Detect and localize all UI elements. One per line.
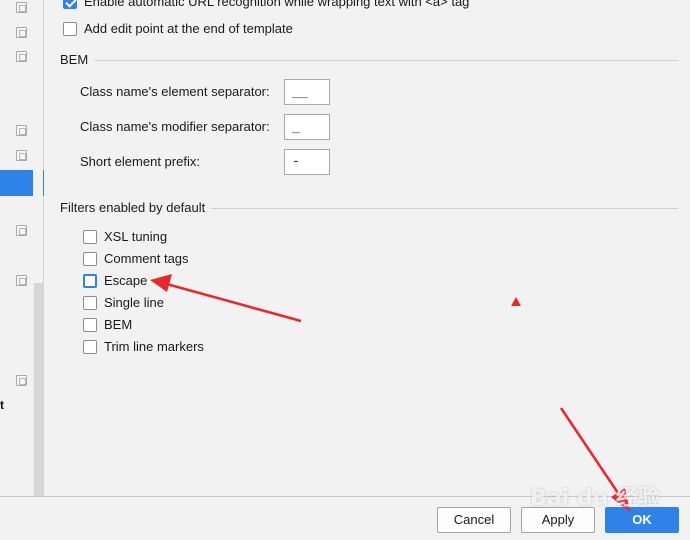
edit-point-label: Add edit point at the end of template <box>84 21 293 36</box>
filter-label: Trim line markers <box>104 339 204 354</box>
modifier-separator-label: Class name's modifier separator: <box>80 119 270 134</box>
filter-checkbox[interactable] <box>83 251 97 266</box>
page-icon <box>16 225 27 236</box>
filter-checkbox[interactable] <box>83 229 97 244</box>
tree-scrollbar-thumb[interactable] <box>34 283 43 496</box>
filter-checkbox[interactable] <box>83 339 97 354</box>
element-separator-field[interactable]: __ <box>284 79 330 105</box>
filter-label: XSL tuning <box>104 229 168 244</box>
filter-label: Single line <box>104 295 164 310</box>
page-icon <box>16 27 27 38</box>
modifier-separator-field[interactable]: _ <box>284 114 330 140</box>
filter-xsl-tuning[interactable]: XSL tuning <box>83 229 167 244</box>
bem-group-title: BEM <box>60 52 95 67</box>
filter-checkbox[interactable] <box>83 295 97 310</box>
page-icon <box>16 275 27 286</box>
filter-bem[interactable]: BEM <box>83 317 132 332</box>
emmet-html-settings-panel: Enable automatic URL recognition while w… <box>45 0 690 496</box>
bem-group-divider <box>60 60 678 61</box>
page-icon <box>16 150 27 161</box>
settings-tree: t <box>0 0 44 496</box>
url-recognition-option[interactable]: Enable automatic URL recognition while w… <box>63 0 469 9</box>
watermark-logo: Bai du 经验 <box>530 486 660 511</box>
filter-checkbox[interactable] <box>83 273 97 288</box>
filter-label: Escape <box>104 273 148 288</box>
filters-group-title: Filters enabled by default <box>60 200 212 215</box>
filter-label: Comment tags <box>104 251 189 266</box>
url-recognition-checkbox[interactable] <box>63 0 77 9</box>
filter-single-line[interactable]: Single line <box>83 295 164 310</box>
page-icon <box>16 2 27 13</box>
short-prefix-label: Short element prefix: <box>80 154 200 169</box>
filter-trim-line-markers[interactable]: Trim line markers <box>83 339 204 354</box>
element-separator-label: Class name's element separator: <box>80 84 270 99</box>
filter-comment-tags[interactable]: Comment tags <box>83 251 189 266</box>
tree-item-label[interactable]: t <box>0 398 4 412</box>
filter-label: BEM <box>104 317 133 332</box>
page-icon <box>16 375 27 386</box>
cancel-button[interactable]: Cancel <box>437 507 511 533</box>
page-icon <box>16 51 27 62</box>
filter-checkbox[interactable] <box>83 317 97 332</box>
edit-point-checkbox[interactable] <box>63 21 77 36</box>
edit-point-option[interactable]: Add edit point at the end of template <box>63 21 293 36</box>
filter-escape[interactable]: Escape <box>83 273 147 288</box>
page-icon <box>16 125 27 136</box>
url-recognition-label: Enable automatic URL recognition while w… <box>84 0 470 9</box>
short-prefix-field[interactable]: - <box>284 149 330 175</box>
